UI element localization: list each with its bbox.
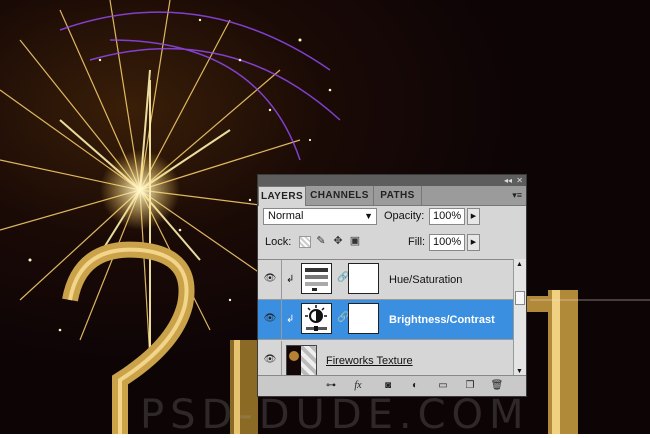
tab-channels[interactable]: CHANNELS: [306, 186, 374, 205]
panel-titlebar[interactable]: ◂◂ ✕: [258, 175, 526, 186]
close-panel-icon[interactable]: ✕: [516, 175, 523, 186]
layers-bottom-toolbar: ⊶ fx ◙ ◐ ▭ ❐ 🗑: [258, 375, 526, 396]
layer-mask-thumbnail[interactable]: [348, 263, 379, 294]
lock-transparency-icon[interactable]: [299, 236, 311, 248]
layer-row-hue-saturation[interactable]: 👁 ↲ 🔗 Hue/Saturation: [258, 260, 513, 300]
dropdown-arrow-icon: ▼: [364, 211, 373, 221]
lock-position-move-icon[interactable]: ✥: [332, 235, 344, 247]
image-thumbnail: [286, 345, 317, 376]
layer-mask-thumbnail[interactable]: [348, 303, 379, 334]
tab-layers[interactable]: LAYERS: [258, 186, 306, 206]
collapse-panel-icon[interactable]: ◂◂: [504, 175, 512, 186]
opacity-slider-button[interactable]: ▶: [467, 208, 480, 225]
hue-saturation-adjustment-icon: [301, 263, 332, 294]
brightness-contrast-adjustment-icon: [301, 303, 332, 334]
lock-image-brush-icon[interactable]: ✎: [315, 235, 327, 247]
blend-mode-value: Normal: [268, 210, 304, 222]
column-divider: [281, 341, 282, 378]
layers-scrollbar[interactable]: ▲ ▼: [513, 259, 526, 377]
fill-input[interactable]: 100%: [429, 234, 465, 251]
column-divider: [281, 260, 282, 299]
visibility-eye-icon[interactable]: 👁: [260, 351, 280, 369]
lock-label: Lock:: [265, 236, 292, 248]
scroll-up-icon[interactable]: ▲: [516, 261, 523, 268]
lock-all-icon[interactable]: ▣: [349, 235, 361, 247]
clipping-arrow-icon: ↲: [286, 274, 295, 285]
layer-name: Fireworks Texture: [326, 355, 413, 367]
panel-menu-icon[interactable]: ▾≡: [512, 190, 522, 201]
blend-opacity-row: Normal ▼ Opacity: 100% ▶: [263, 208, 521, 228]
layer-row-fireworks-texture[interactable]: 👁 Fireworks Texture: [258, 341, 513, 378]
opacity-label: Opacity:: [384, 210, 425, 222]
blend-mode-select[interactable]: Normal ▼: [263, 208, 377, 225]
adjustment-layer-icon[interactable]: ◐: [408, 379, 422, 393]
add-mask-icon[interactable]: ◙: [381, 379, 395, 393]
visibility-eye-icon[interactable]: 👁: [260, 270, 280, 288]
layer-name: Brightness/Contrast: [389, 314, 495, 326]
group-folder-icon[interactable]: ▭: [436, 379, 450, 393]
scrollbar-thumb[interactable]: [515, 291, 525, 305]
tab-paths[interactable]: PATHS: [374, 186, 422, 205]
layer-row-brightness-contrast[interactable]: 👁 ↲ 🔗 Brightness/Contrast: [258, 300, 513, 340]
column-divider: [281, 300, 282, 339]
new-layer-icon[interactable]: ❐: [463, 379, 477, 393]
opacity-input[interactable]: 100%: [429, 208, 465, 225]
visibility-eye-icon[interactable]: 👁: [260, 310, 280, 328]
lock-fill-row: Lock: ✎ ✥ ▣ Fill: 100% ▶: [263, 234, 521, 254]
fill-slider-button[interactable]: ▶: [467, 234, 480, 251]
fill-label: Fill:: [408, 236, 426, 248]
link-layers-icon[interactable]: ⊶: [324, 379, 338, 393]
watermark-text: PSD-DUDE.COM: [140, 392, 530, 438]
layers-panel: ◂◂ ✕ LAYERS CHANNELS PATHS ▾≡ Normal ▼ O…: [257, 174, 527, 397]
panel-tabs: LAYERS CHANNELS PATHS ▾≡: [258, 186, 526, 206]
layers-list: 👁 ↲ 🔗 Hue/Saturation 👁 ↲ 🔗 Brightness/Co…: [258, 259, 513, 378]
scroll-down-icon[interactable]: ▼: [516, 368, 523, 375]
layer-name: Hue/Saturation: [389, 274, 463, 286]
trash-icon[interactable]: 🗑: [490, 379, 504, 393]
fx-icon[interactable]: fx: [351, 379, 365, 393]
clipping-arrow-icon: ↲: [286, 314, 295, 325]
